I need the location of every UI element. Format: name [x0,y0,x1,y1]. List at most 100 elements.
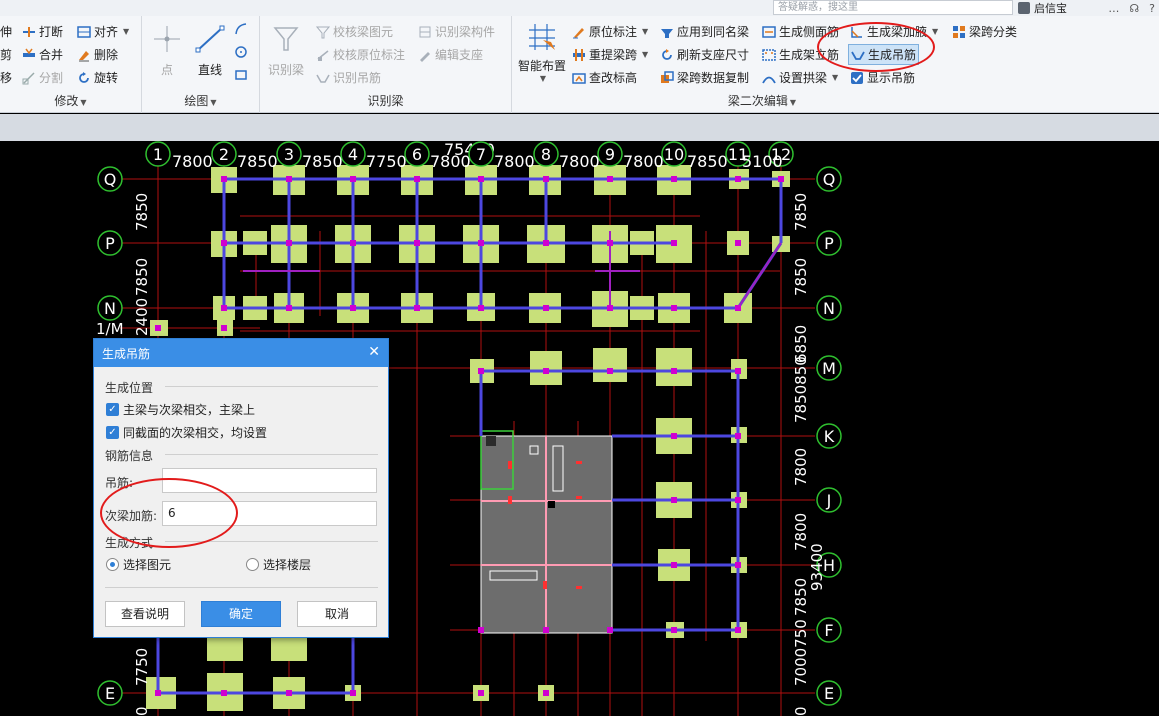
annotation-icon [316,48,330,62]
cancel-button[interactable]: 取消 [297,601,377,627]
point-button[interactable]: 点 [152,24,182,78]
svg-text:Q: Q [823,170,836,189]
haunch-icon [850,25,864,39]
move-button[interactable]: 移 [0,69,12,86]
group-modify-title[interactable]: 修改 ▼ [0,92,141,109]
circle-tool[interactable] [234,45,248,59]
in-situ-annotation-button[interactable]: 原位标注 ▼ [572,23,648,40]
span-dim-label: 7800 [494,152,535,171]
radio-select-floor[interactable]: 选择楼层 [246,556,311,573]
radio-empty-icon[interactable] [246,558,259,571]
axis-bubble-top: 6 [404,141,430,167]
classify-icon [952,25,966,39]
group-draw-title[interactable]: 绘图 ▼ [142,92,259,109]
check-beam-element-button[interactable]: 校核梁图元 [316,23,393,40]
radio-select-element[interactable]: 选择图元 [106,556,171,573]
delete-button[interactable]: 删除 [77,46,118,63]
svg-text:2400: 2400 [133,298,151,336]
identify-beam-member-button[interactable]: 识别梁构件 [418,23,495,40]
divider [165,541,378,542]
search-input[interactable]: 答疑解惑，搜这里 [773,0,1013,15]
help-icon[interactable]: ? [1149,2,1155,15]
pencil-icon [418,48,432,62]
refresh-icon [660,48,674,62]
identify-beam-button[interactable]: 识别梁 [268,24,304,78]
span-dim-label: 7800 [430,152,471,171]
axis-bubble-right: M [816,355,842,381]
generate-erection-rebar-button[interactable]: 生成架立筋 [762,46,839,63]
split-button[interactable]: 分割 [22,69,63,86]
svg-text:6: 6 [412,145,422,164]
checkbox-main-secondary[interactable]: ✓ 主梁与次梁相交，主梁上 [106,401,255,418]
hanger-rebar-icon [851,48,865,62]
identify-hanger-button[interactable]: 识别吊筋 [316,69,381,86]
axis-bubble-top: 4 [340,141,366,167]
user-info[interactable]: 启信宝 [1018,0,1067,16]
show-hanger-button[interactable]: 显示吊筋 [850,69,915,86]
check-annotation-button[interactable]: 校核原位标注 [316,46,405,63]
arc-tool[interactable] [234,22,248,36]
svg-text:3: 3 [284,145,294,164]
break-button[interactable]: 打断 [22,23,63,40]
checkbox-same-section[interactable]: ✓ 同截面的次梁相交，均设置 [106,424,267,441]
radio-selected-icon[interactable] [106,558,119,571]
message-icon[interactable]: … [1108,2,1119,15]
edit-support-button[interactable]: 编辑支座 [418,46,483,63]
merge-button[interactable]: 合并 [22,46,63,63]
align-button[interactable]: 对齐 ▼ [77,23,129,40]
set-arch-beam-button[interactable]: 设置拱梁 ▼ [762,69,838,86]
ok-button[interactable]: 确定 [201,601,281,627]
extend-button[interactable]: 伸 [0,23,12,40]
generate-hanger-button[interactable]: 生成吊筋 [848,44,920,65]
apply-icon [660,25,674,39]
span-dim-label: 7800 [559,152,600,171]
break-icon [22,25,36,39]
rect-tool[interactable] [234,68,248,82]
funnel-icon [271,24,301,57]
dialog-titlebar[interactable]: 生成吊筋 ✕ [94,339,388,367]
smart-layout-icon [525,22,559,55]
check-icon[interactable]: ✓ [106,403,119,416]
axis-bubble-right: J [816,487,842,513]
arch-icon [762,71,776,85]
close-icon[interactable]: ✕ [368,345,380,359]
axis-bubble-top: 1 [145,141,171,167]
extra-stirrup-input[interactable]: 6 [162,501,377,526]
svg-text:7850850: 7850850 [792,356,810,423]
generate-haunch-button[interactable]: 生成梁加腋 ▼ [850,23,938,40]
elevation-icon [572,71,586,85]
ribbon: 伸 剪 移 打断 合并 分割 对齐 ▼ 删除 旋转 修改 ▼ 点 直线 绘图 ▼… [0,16,1159,113]
hanger-input[interactable] [162,468,377,493]
line-button[interactable]: 直线 [194,24,226,78]
group-identify-title: 识别梁 [367,94,404,108]
svg-text:4: 4 [348,145,358,164]
span-dim-label: 7750 [366,152,407,171]
reextract-span-button[interactable]: 重提梁跨 ▼ [572,46,648,63]
svg-text:E: E [105,684,115,703]
section-rebar-info: 钢筋信息 [105,449,154,463]
group-secondary-title[interactable]: 梁二次编辑 ▼ [512,92,1012,109]
apply-same-beam-button[interactable]: 应用到同名梁 [660,23,749,40]
axis-bubble-right: K [816,423,842,449]
section-mode: 生成方式 [105,536,154,550]
refresh-support-button[interactable]: 刷新支座尺寸 [660,46,749,63]
check-elevation-button[interactable]: 查改标高 [572,69,637,86]
svg-text:7850: 7850 [792,258,810,296]
span-dim-label: 7850 [302,152,343,171]
svg-text:7750: 7750 [133,648,151,686]
view-help-button[interactable]: 查看说明 [105,601,185,627]
smart-layout-button[interactable]: 智能布置 ▼ [518,22,566,83]
svg-text:7850: 7850 [133,193,151,231]
trim-button[interactable]: 剪 [0,46,12,63]
copy-icon [660,70,674,85]
copy-span-data-button[interactable]: 梁跨数据复制 [660,69,749,86]
check-icon[interactable]: ✓ [106,426,119,439]
line-icon [194,24,226,57]
span-classify-button[interactable]: 梁跨分类 [952,23,1017,40]
circle-icon [234,45,248,59]
generate-side-rebar-button[interactable]: 生成侧面筋 [762,23,839,40]
headset-icon[interactable]: ☊ [1129,2,1139,15]
show-check-icon [850,71,864,85]
rotate-button[interactable]: 旋转 [77,69,118,86]
rotate-icon [77,71,91,85]
